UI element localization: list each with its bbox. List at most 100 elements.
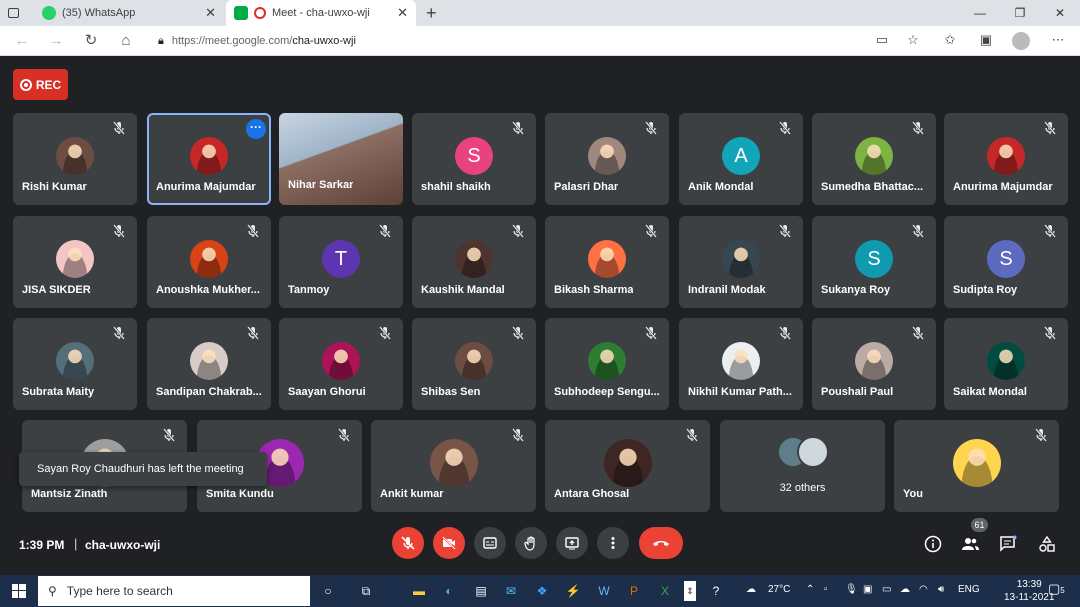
participant-tile[interactable]: Palasri Dhar <box>545 113 669 205</box>
url-field[interactable]: 🔒︎ https://meet.google.com/cha-uwxo-wji <box>150 30 870 52</box>
new-tab-button[interactable]: + <box>418 0 444 26</box>
leave-call-button[interactable] <box>639 527 683 559</box>
captions-button[interactable] <box>474 527 506 559</box>
favorites-icon[interactable]: ✩ <box>940 32 960 48</box>
participant-tile[interactable]: Shibas Sen <box>412 318 536 410</box>
profile-avatar[interactable] <box>1012 32 1030 50</box>
favorite-add-icon[interactable]: ☆ <box>903 32 923 48</box>
help-icon[interactable]: ? <box>706 581 726 601</box>
taskbar-scroll-icon[interactable]: ⇕ <box>684 581 696 601</box>
activities-button[interactable] <box>1037 534 1057 554</box>
powerpoint-icon[interactable]: P <box>624 581 644 601</box>
participant-tile[interactable]: Saayan Ghorui <box>279 318 403 410</box>
taskbar-clock[interactable]: 13:39 13-11-2021 <box>1004 578 1054 604</box>
collections-icon[interactable]: ▣ <box>976 32 996 48</box>
dropbox-icon[interactable]: ❖ <box>532 581 552 601</box>
participant-tile[interactable]: Nikhil Kumar Path... <box>679 318 803 410</box>
participant-name: Anik Mondal <box>688 181 754 193</box>
people-icon <box>962 538 979 550</box>
chat-button[interactable] <box>998 534 1018 554</box>
home-icon[interactable]: ⌂ <box>116 32 136 50</box>
chat-icon <box>1000 535 1017 552</box>
participant-tile[interactable]: Anoushka Mukher... <box>147 216 271 308</box>
winamp-icon[interactable]: ⚡ <box>563 581 583 601</box>
camera-off-button[interactable] <box>433 527 465 559</box>
participant-tile[interactable]: Nihar Sarkar <box>279 113 403 205</box>
rec-label: REC <box>35 77 62 92</box>
participant-tile[interactable]: T Tanmoy <box>279 216 403 308</box>
task-view-icon[interactable]: ⧉ <box>356 581 376 601</box>
participant-tile[interactable]: JISA SIKDER <box>13 216 137 308</box>
participant-tile[interactable]: Antara Ghosal <box>545 420 710 512</box>
more-options-button[interactable] <box>597 527 629 559</box>
participant-tile[interactable]: Ankit kumar <box>371 420 536 512</box>
wifi-icon[interactable]: ◠ <box>919 584 928 595</box>
excel-icon[interactable]: X <box>655 581 675 601</box>
close-icon[interactable]: ✕ <box>397 5 408 21</box>
network-icon[interactable]: ▫ <box>824 584 828 595</box>
participant-tile[interactable]: Anurima Majumdar <box>944 113 1068 205</box>
participant-tile[interactable]: Bikash Sharma <box>545 216 669 308</box>
participant-tile[interactable]: You <box>894 420 1059 512</box>
tray-app-icon[interactable]: ▣ <box>863 584 872 595</box>
participant-tile[interactable]: Saikat Mondal <box>944 318 1068 410</box>
present-screen-button[interactable] <box>556 527 588 559</box>
reload-icon[interactable]: ↻ <box>81 32 101 50</box>
meeting-controls-bar: 1:39 PM | cha-uwxo-wji 61 <box>0 518 1080 575</box>
avatar: T <box>322 240 360 279</box>
battery-icon[interactable]: ▭ <box>882 584 891 595</box>
participant-tile[interactable]: Anurima Majumdar ··· <box>147 113 271 205</box>
participant-tile[interactable]: Rishi Kumar <box>13 113 137 205</box>
recording-badge[interactable]: REC <box>13 69 68 100</box>
participant-tile[interactable]: A Anik Mondal <box>679 113 803 205</box>
participant-tile[interactable]: Subrata Maity <box>13 318 137 410</box>
participant-tile[interactable]: Sandipan Chakrab... <box>147 318 271 410</box>
participant-name: Tanmoy <box>288 284 330 296</box>
mic-off-button[interactable] <box>392 527 424 559</box>
participants-button[interactable] <box>960 534 980 554</box>
participant-tile[interactable]: Kaushik Mandal <box>412 216 536 308</box>
raise-hand-button[interactable] <box>515 527 547 559</box>
notification-icon[interactable]: ▢5 <box>1048 581 1065 597</box>
participant-tile[interactable]: Indranil Modak <box>679 216 803 308</box>
volume-icon[interactable]: 🔊︎ <box>938 584 944 595</box>
close-window-icon[interactable]: ✕ <box>1040 0 1080 26</box>
more-icon[interactable]: ⋯ <box>1048 32 1068 48</box>
cloud-icon[interactable]: ☁ <box>900 584 910 595</box>
language-indicator[interactable]: ENG <box>958 584 980 595</box>
taskbar-search-box[interactable]: ⚲ Type here to search <box>38 576 310 606</box>
file-explorer-icon[interactable]: ▬ <box>409 581 429 601</box>
chevron-up-icon[interactable]: ⌃ <box>806 584 814 595</box>
mic-off-icon <box>684 427 700 443</box>
mic-off-icon <box>111 325 127 341</box>
participant-tile[interactable]: S Sudipta Roy <box>944 216 1068 308</box>
close-icon[interactable]: ✕ <box>205 5 216 21</box>
participant-tile[interactable]: Sumedha Bhattac... <box>812 113 936 205</box>
participant-tile[interactable]: Subhodeep Sengu... <box>545 318 669 410</box>
mic-tray-icon[interactable]: 🎙︎ <box>845 584 858 595</box>
participant-tile[interactable]: S Sukanya Roy <box>812 216 936 308</box>
participant-tile[interactable]: Sshahil shaikh <box>412 113 536 205</box>
windows-start-icon[interactable] <box>9 581 29 601</box>
meeting-info-button[interactable] <box>923 534 943 554</box>
window-controls: — ❐ ✕ <box>960 0 1080 26</box>
mail-icon[interactable]: ✉ <box>501 581 521 601</box>
minimize-icon[interactable]: — <box>960 0 1000 26</box>
word-icon[interactable]: W <box>594 581 614 601</box>
participant-name: JISA SIKDER <box>22 284 91 296</box>
forward-arrow-icon[interactable]: → <box>46 32 66 50</box>
tab-whatsapp[interactable]: (35) WhatsApp ✕ <box>34 0 224 26</box>
edge-browser-icon[interactable]: ◐ <box>439 581 459 601</box>
camera-icon[interactable]: ▭ <box>872 32 892 48</box>
restore-icon[interactable]: ❐ <box>1000 0 1040 26</box>
participant-tile[interactable]: Poushali Paul <box>812 318 936 410</box>
tile-options-icon[interactable]: ··· <box>246 119 266 139</box>
tab-actions-button[interactable] <box>0 0 30 26</box>
participant-tile[interactable]: 32 others <box>720 420 885 512</box>
mic-off-icon <box>910 223 926 239</box>
store-icon[interactable]: ▤ <box>471 581 491 601</box>
back-arrow-icon[interactable]: ← <box>12 32 32 50</box>
tab-meet[interactable]: Meet - cha-uwxo-wji ✕ <box>226 0 416 26</box>
cortana-icon[interactable]: ○ <box>318 581 338 601</box>
avatar <box>722 240 760 279</box>
